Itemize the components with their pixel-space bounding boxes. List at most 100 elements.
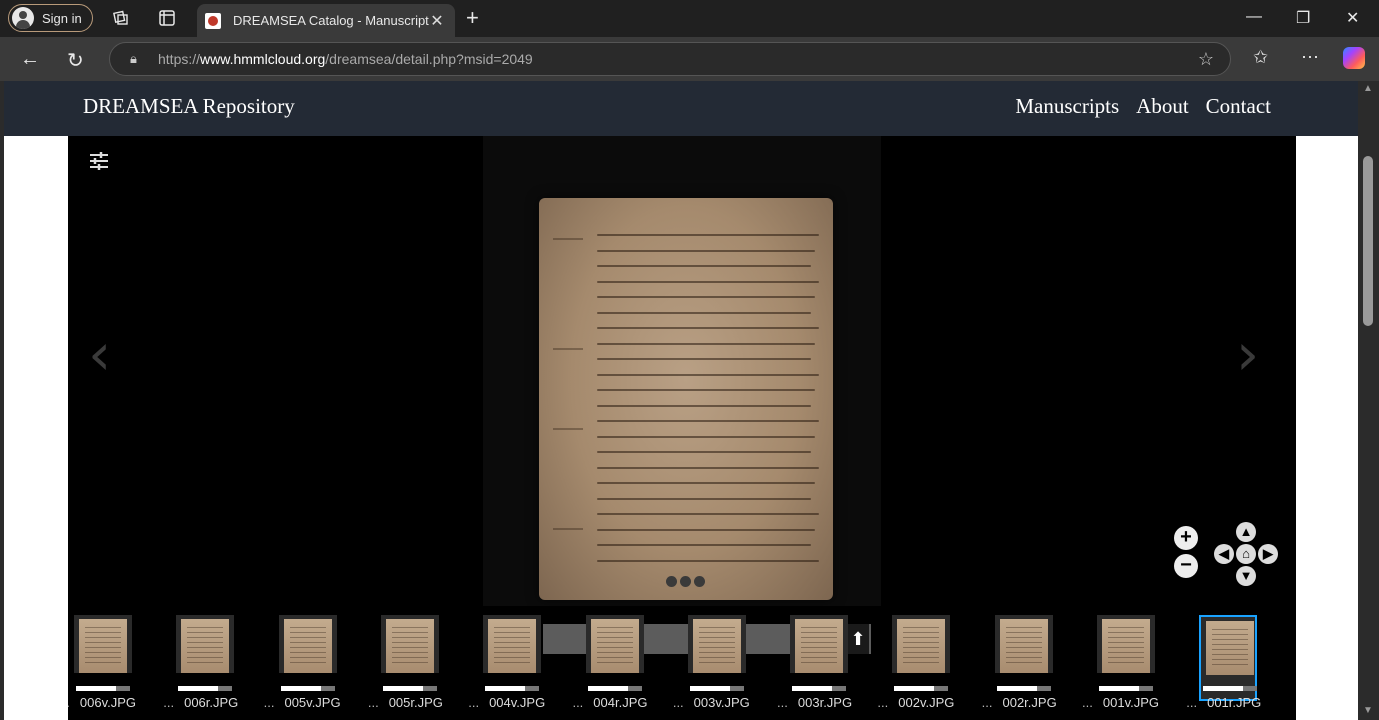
thumbnail-progress-bar (178, 686, 233, 691)
thumbnail-004r[interactable] (585, 615, 644, 691)
thumbnail-image (795, 619, 844, 673)
site-nav: Manuscripts About Contact (1015, 94, 1271, 119)
manuscript-text-line (597, 327, 819, 329)
restore-button[interactable]: ❐ (1296, 8, 1310, 28)
thumbnail-progress-bar (587, 686, 642, 691)
manuscript-text-line (597, 311, 811, 314)
thumbnail-005v[interactable] (278, 615, 337, 691)
thumbnail-003v[interactable] (687, 615, 746, 691)
manuscript-page-image[interactable] (539, 198, 833, 600)
page-scrollbar[interactable]: ▲ ▼ (1358, 81, 1379, 720)
thumbnail-005r[interactable] (380, 615, 439, 691)
favorite-star-icon[interactable]: ☆ (1198, 49, 1214, 70)
thumbnail-progress-bar (76, 686, 130, 691)
more-menu-icon[interactable]: ⋯ (1301, 47, 1319, 68)
manuscript-text-line (597, 544, 811, 546)
thumbnail-label[interactable]: ... 006r.JPG (128, 695, 238, 710)
thumbnail-label[interactable]: ... 003r.JPG (742, 695, 852, 710)
minimize-button[interactable]: — (1246, 8, 1262, 26)
thumbnail-label[interactable]: ...006v.JPG (68, 695, 136, 710)
url-host: www.hmmlcloud.org (200, 51, 326, 67)
thumbnail-001r[interactable] (1199, 615, 1258, 701)
thumbnail-image (1206, 621, 1255, 675)
thumbnail-ellipsis: ... (981, 695, 993, 710)
thumbnail-progress-bar (792, 686, 847, 691)
adjust-settings-icon[interactable] (88, 150, 110, 172)
manuscript-text-line (597, 466, 819, 469)
thumbnail-label[interactable]: ... 001r.JPG (1151, 695, 1261, 710)
thumbnail-004v[interactable] (483, 615, 542, 691)
active-tab[interactable]: DREAMSEA Catalog - Manuscript ✕ (197, 4, 455, 37)
thumbnail-006v[interactable] (74, 615, 132, 691)
thumbnail-image (999, 619, 1048, 673)
thumbnail-ellipsis: ... (68, 695, 70, 710)
url-path: /dreamsea/detail.php?msid=2049 (325, 51, 533, 67)
pan-left-button[interactable]: ◀ (1214, 544, 1234, 564)
thumbnail-label[interactable]: ... 002r.JPG (947, 695, 1057, 710)
back-button[interactable]: ← (20, 48, 40, 71)
image-viewer[interactable]: ‹ › + − ▲ ▼ ◀ ▶ ⌂ ⬆ ...006v.JPG...006r.J… (68, 136, 1296, 720)
thumbnail-003r[interactable] (790, 615, 849, 691)
thumbnail-006r[interactable] (176, 615, 235, 691)
thumbnail-label[interactable]: ... 001v.JPG (1049, 695, 1159, 710)
scroll-up-icon[interactable]: ▲ (1363, 83, 1373, 94)
margin-note (553, 348, 583, 350)
thumbnail-strip: ⬆ ...006v.JPG...006r.JPG...005v.JPG...00… (68, 606, 1296, 720)
manuscript-text-line (597, 404, 811, 407)
thumbnail-label[interactable]: ... 005r.JPG (333, 695, 443, 710)
tab-title: DREAMSEA Catalog - Manuscript (233, 13, 429, 28)
thumbnail-label[interactable]: ... 003v.JPG (640, 695, 750, 710)
thumbnail-progress-bar (689, 686, 744, 691)
thumbnail-label[interactable]: ... 004v.JPG (435, 695, 545, 710)
tab-close-icon[interactable]: ✕ (429, 11, 445, 31)
favorites-icon[interactable]: ✩ (1253, 47, 1268, 68)
thumbnail-progress-bar (485, 686, 540, 691)
address-bar-row: ← ↻ 🔒︎ https://www.hmmlcloud.org/dreamse… (0, 37, 1379, 81)
thumbnail-image (79, 619, 127, 673)
thumbnail-label[interactable]: ... 002v.JPG (844, 695, 954, 710)
upload-icon[interactable]: ⬆ (847, 624, 869, 654)
url-field[interactable]: 🔒︎ https://www.hmmlcloud.org/dreamsea/de… (109, 42, 1231, 76)
manuscript-text-line (597, 482, 815, 484)
new-tab-button[interactable]: + (466, 5, 479, 31)
pan-right-button[interactable]: ▶ (1258, 544, 1278, 564)
thumbnail-progress-bar (280, 686, 335, 691)
previous-page-arrow[interactable]: ‹ (88, 320, 111, 388)
zoom-out-button[interactable]: − (1174, 554, 1198, 578)
zoom-in-button[interactable]: + (1174, 526, 1198, 550)
copilot-icon[interactable] (1343, 47, 1365, 69)
vertical-tabs-icon[interactable] (158, 9, 176, 27)
thumbnail-002r[interactable] (994, 615, 1053, 691)
pan-down-button[interactable]: ▼ (1236, 566, 1256, 586)
manuscript-text-line (597, 451, 811, 453)
pan-up-button[interactable]: ▲ (1236, 522, 1256, 542)
reload-button[interactable]: ↻ (67, 48, 84, 73)
thumbnail-progress-bar (1099, 686, 1153, 691)
thumbnail-label[interactable]: ... 004r.JPG (538, 695, 647, 710)
thumbnail-image (692, 619, 741, 673)
site-title[interactable]: DREAMSEA Repository (83, 94, 295, 119)
scroll-down-icon[interactable]: ▼ (1363, 705, 1373, 716)
thumbnail-ellipsis: ... (367, 695, 379, 710)
workspaces-icon[interactable] (112, 9, 130, 27)
nav-about[interactable]: About (1136, 94, 1189, 119)
thumbnail-ellipsis: ... (672, 695, 684, 710)
lock-icon: 🔒︎ (130, 51, 137, 66)
thumbnail-ellipsis: ... (777, 695, 788, 710)
scrollbar-thumb[interactable] (1363, 156, 1373, 326)
nav-manuscripts[interactable]: Manuscripts (1015, 94, 1119, 119)
manuscript-text-line (597, 389, 815, 391)
thumbnail-progress-bar (894, 686, 949, 691)
thumbnail-label[interactable]: ... 005v.JPG (231, 695, 341, 710)
thumbnail-image (385, 619, 434, 673)
thumbnail-image (283, 619, 332, 673)
window-close-button[interactable]: ✕ (1346, 8, 1359, 28)
thumbnail-001v[interactable] (1097, 615, 1155, 691)
thumbnail-progress-bar (996, 686, 1051, 691)
next-page-arrow[interactable]: › (1236, 320, 1259, 388)
thumbnail-002v[interactable] (892, 615, 951, 691)
pan-home-button[interactable]: ⌂ (1236, 544, 1256, 564)
thumbnail-ellipsis: ... (1186, 695, 1198, 710)
sign-in-button[interactable]: Sign in (8, 4, 93, 32)
nav-contact[interactable]: Contact (1206, 94, 1271, 119)
